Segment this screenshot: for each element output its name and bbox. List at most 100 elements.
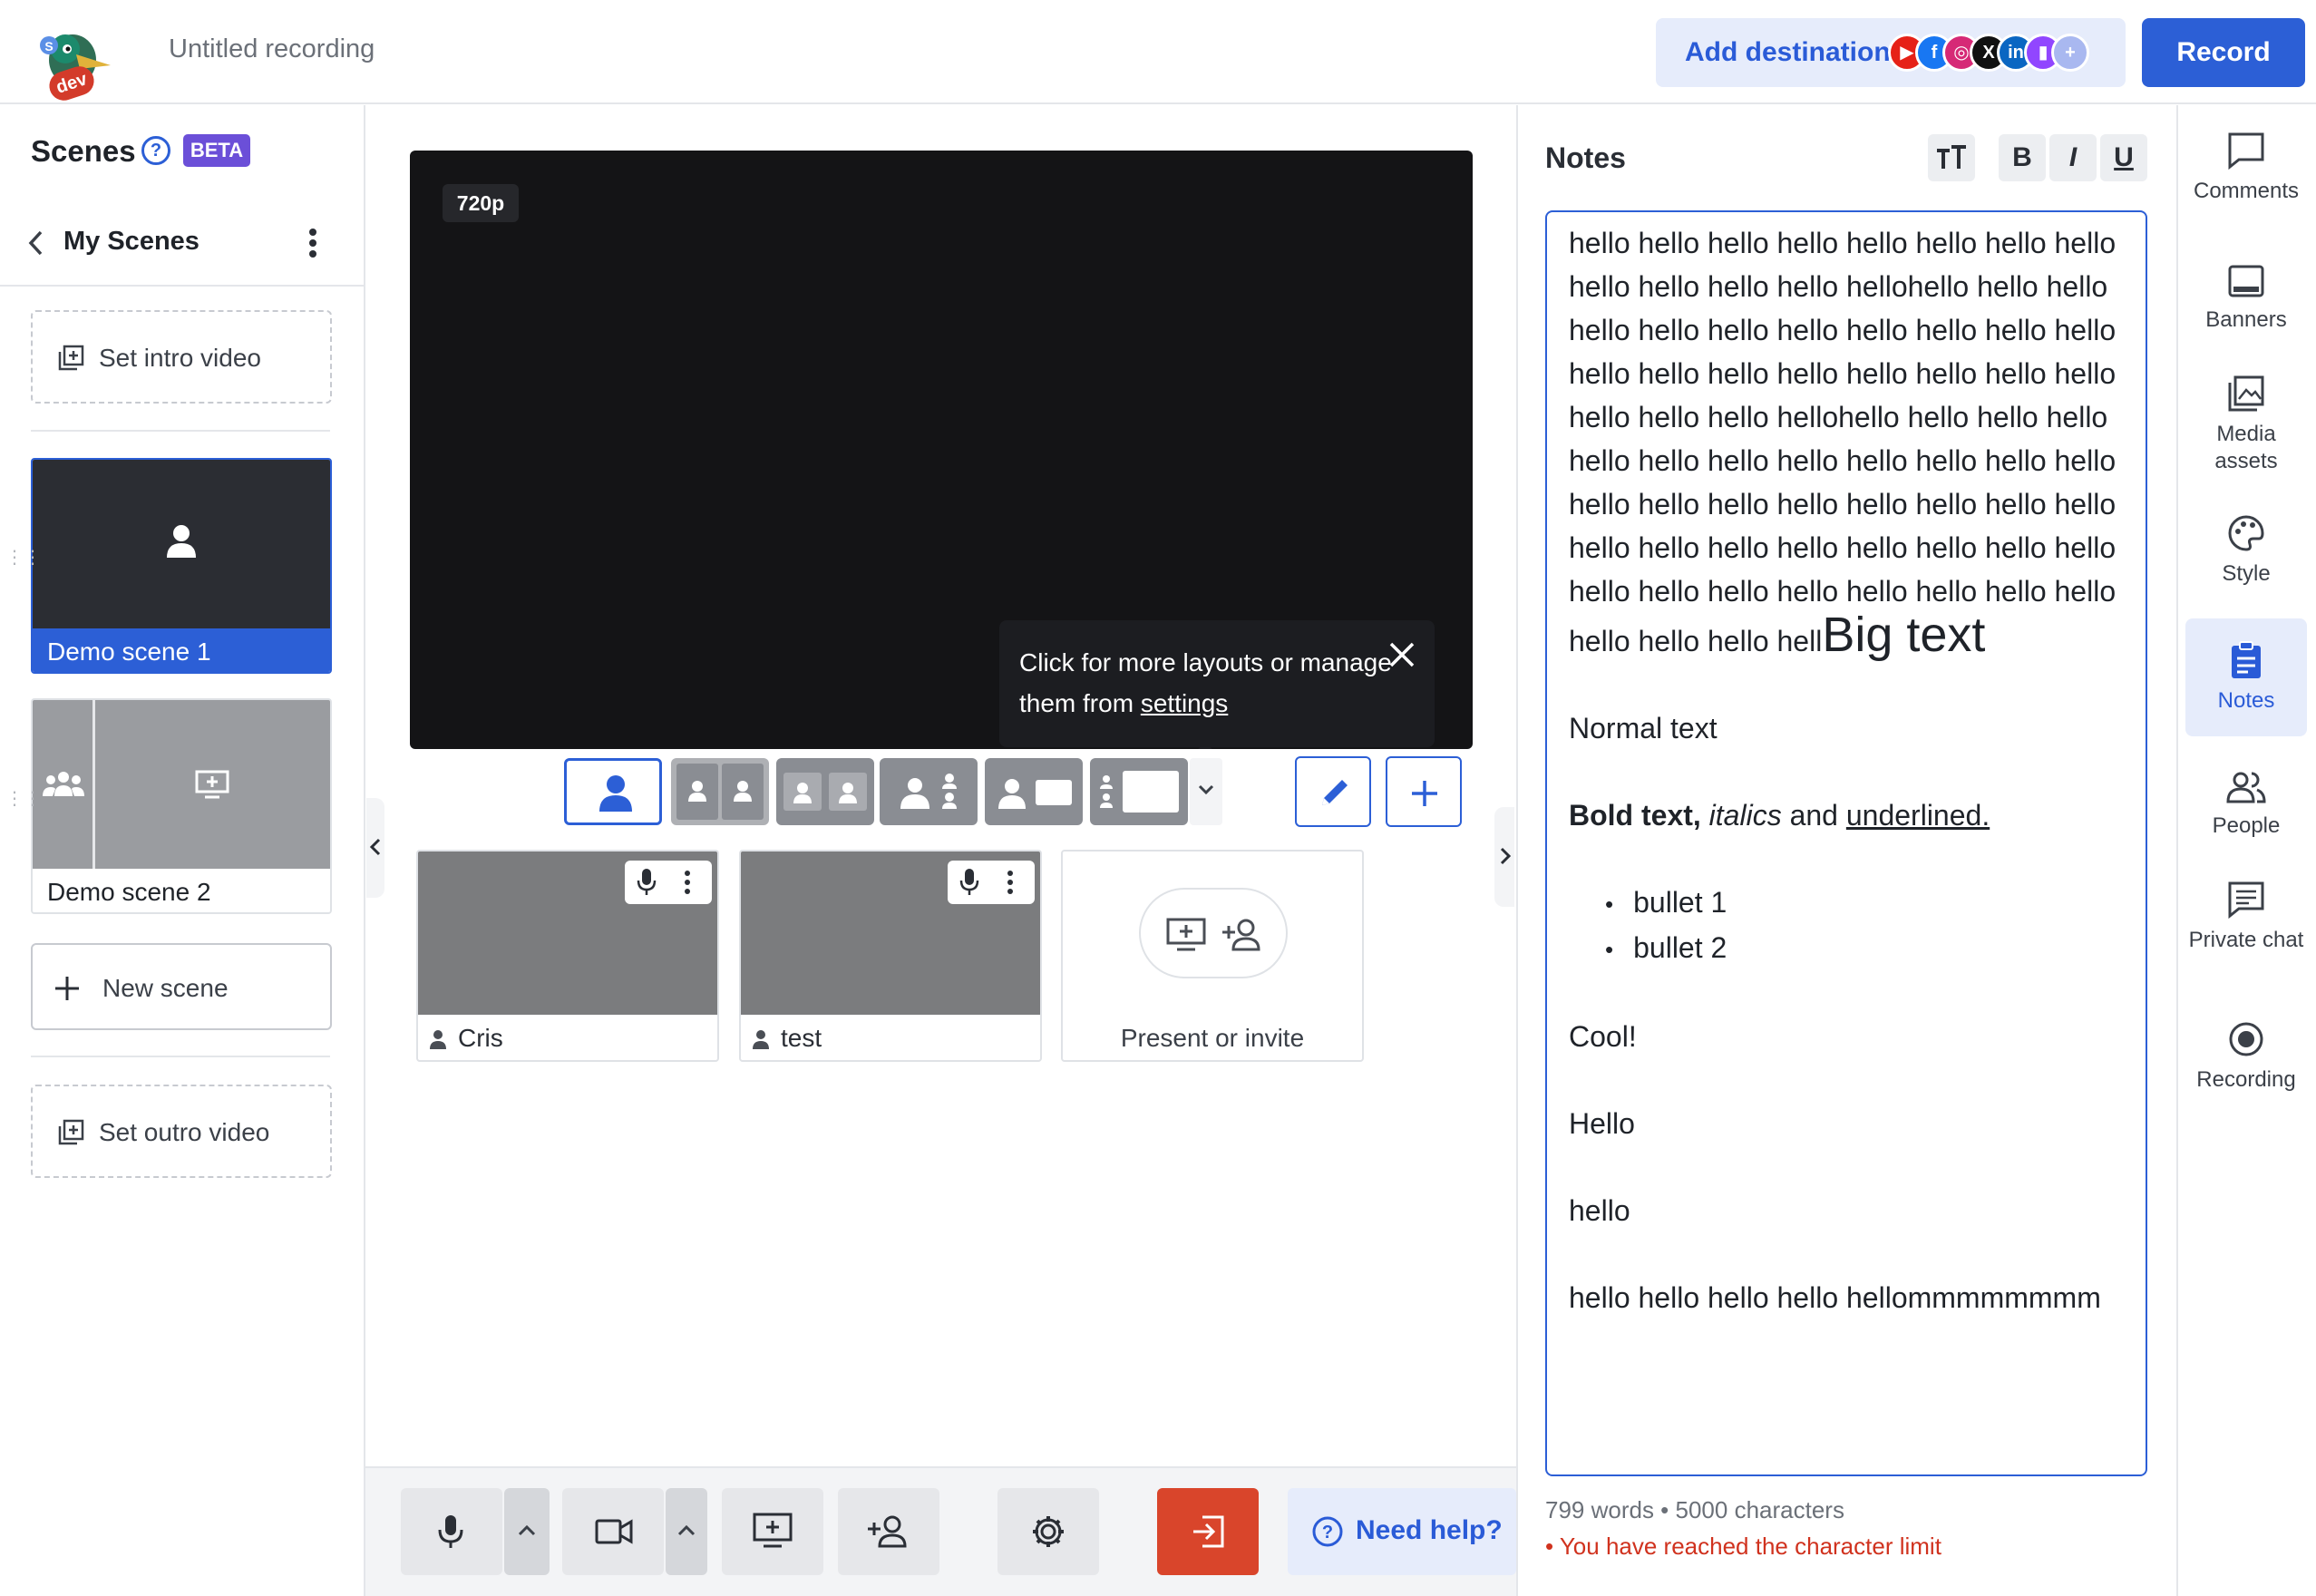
leave-studio-button[interactable] — [1157, 1488, 1259, 1575]
pencil-icon — [1322, 780, 1348, 805]
notes-icon — [2232, 641, 2261, 678]
divider — [31, 430, 330, 432]
notes-line: Cool! — [1569, 1020, 1637, 1053]
screen-share-icon — [753, 1513, 793, 1548]
need-help-button[interactable]: ? Need help? — [1288, 1488, 1516, 1575]
text-size-icon — [1937, 145, 1966, 169]
collapse-left-button[interactable] — [366, 798, 384, 898]
rail-item-private-chat[interactable]: Private chat — [2185, 880, 2307, 954]
rail-item-banners[interactable]: Banners — [2185, 263, 2307, 334]
more-layouts-button[interactable] — [1190, 758, 1222, 825]
exit-icon — [1193, 1515, 1224, 1548]
layout-two-split-button[interactable] — [671, 758, 769, 825]
camera-options-button[interactable] — [666, 1488, 707, 1575]
notes-line: hello hello hello hello hellommmmmmmm — [1569, 1281, 2101, 1314]
italic-button[interactable]: I — [2049, 134, 2097, 181]
banner-icon — [2228, 265, 2264, 297]
media-icon — [2228, 375, 2264, 412]
layouts-tooltip: Click for more layouts or manage them fr… — [999, 620, 1435, 747]
list-item: bullet 1 — [1605, 881, 2124, 926]
add-destination-label: Add destination — [1685, 37, 1891, 67]
present-or-invite-tile[interactable]: Present or invite — [1061, 850, 1364, 1062]
settings-button[interactable] — [997, 1488, 1099, 1575]
settings-link[interactable]: settings — [1141, 689, 1229, 717]
scene-thumbnail — [33, 460, 330, 628]
rail-item-style[interactable]: Style — [2185, 513, 2307, 588]
new-scene-label: New scene — [102, 974, 229, 1002]
character-limit-warning: • You have reached the character limit — [1545, 1533, 1941, 1560]
share-screen-button[interactable] — [722, 1488, 823, 1575]
people-icon — [2226, 772, 2266, 803]
present-invite-icons — [1139, 888, 1288, 978]
person-icon — [753, 1030, 769, 1049]
layout-sidebar-button[interactable] — [880, 758, 978, 825]
list-item: bullet 2 — [1605, 926, 2124, 971]
underline-button[interactable]: U — [2100, 134, 2147, 181]
camera-button[interactable] — [562, 1488, 664, 1575]
rail-label: Notes — [2217, 688, 2275, 713]
text-size-button[interactable] — [1928, 134, 1975, 181]
folder-title[interactable]: My Scenes — [63, 227, 199, 257]
layout-two-boxed-button[interactable] — [776, 758, 874, 825]
divider — [0, 285, 364, 287]
edit-layout-button[interactable] — [1295, 756, 1371, 827]
more-vertical-icon[interactable] — [681, 868, 694, 897]
rail-label: Banners — [2205, 307, 2287, 332]
layout-screen-button[interactable] — [1090, 758, 1188, 825]
collapse-right-button[interactable] — [1494, 807, 1514, 907]
scene-thumbnail — [33, 700, 330, 869]
set-outro-video-button[interactable]: Set outro video — [31, 1085, 332, 1178]
recording-title[interactable]: Untitled recording — [169, 34, 375, 64]
new-scene-button[interactable]: New scene — [31, 943, 332, 1030]
scene-label: Demo scene 2 — [33, 869, 330, 912]
microphone-icon[interactable] — [636, 868, 657, 897]
add-person-icon — [868, 1515, 907, 1548]
drag-handle-icon[interactable]: ⋮⋮ — [5, 549, 42, 567]
bold-button[interactable]: B — [1999, 134, 2046, 181]
participant-tile-cris[interactable]: Cris — [416, 850, 719, 1062]
add-layout-button[interactable] — [1386, 756, 1462, 827]
person-icon — [599, 775, 632, 812]
comment-icon — [2228, 132, 2264, 170]
microphone-options-button[interactable] — [504, 1488, 550, 1575]
back-chevron-icon[interactable] — [25, 227, 47, 259]
participant-tile-test[interactable]: test — [739, 850, 1042, 1062]
participant-controls — [948, 861, 1035, 904]
plus-icon — [55, 977, 79, 1000]
help-icon: ? — [1312, 1516, 1343, 1547]
drag-handle-icon[interactable]: ⋮⋮ — [5, 790, 42, 808]
participant-name: Cris — [458, 1024, 503, 1052]
rail-label: Media assets — [2214, 422, 2278, 473]
rail-item-recording[interactable]: Recording — [2185, 1019, 2307, 1094]
word-count: 799 words • 5000 characters — [1545, 1496, 1844, 1523]
help-icon[interactable]: ? — [141, 136, 170, 165]
record-button[interactable]: Record — [2142, 18, 2305, 87]
rail-item-comments[interactable]: Comments — [2185, 131, 2307, 205]
notes-bold-text: Bold text, — [1569, 799, 1701, 832]
outro-video-icon — [58, 1119, 84, 1145]
scene-card-1[interactable]: Demo scene 1 — [31, 458, 332, 674]
rail-item-media-assets[interactable]: Media assets — [2185, 374, 2307, 475]
scene-card-2[interactable]: Demo scene 2 — [31, 698, 332, 914]
more-vertical-icon[interactable] — [299, 225, 326, 261]
layout-solo-button[interactable] — [564, 758, 662, 825]
add-destination-button[interactable]: Add destination ▶ f ◎ X in ▮ + — [1656, 18, 2126, 87]
close-icon[interactable] — [1387, 640, 1416, 669]
microphone-icon — [438, 1515, 463, 1548]
set-intro-video-button[interactable]: Set intro video — [31, 310, 332, 404]
microphone-button[interactable] — [401, 1488, 502, 1575]
notes-editor[interactable]: hello hello hello hello hello hello hell… — [1545, 210, 2147, 1476]
layout-person-screen-button[interactable] — [985, 758, 1083, 825]
screen-share-icon — [195, 770, 229, 799]
microphone-icon[interactable] — [959, 868, 980, 897]
scenes-title: Scenes — [31, 134, 136, 168]
plus-icon: + — [2051, 34, 2089, 72]
more-vertical-icon[interactable] — [1004, 868, 1017, 897]
rail-item-people[interactable]: People — [2185, 769, 2307, 840]
invite-button[interactable] — [838, 1488, 939, 1575]
intro-video-icon — [58, 345, 84, 371]
notes-normal-text: Normal text — [1569, 712, 1718, 744]
rail-item-notes[interactable]: Notes — [2185, 618, 2307, 736]
intro-label: Set intro video — [99, 344, 261, 372]
notes-big-text: Big text — [1822, 608, 1986, 662]
